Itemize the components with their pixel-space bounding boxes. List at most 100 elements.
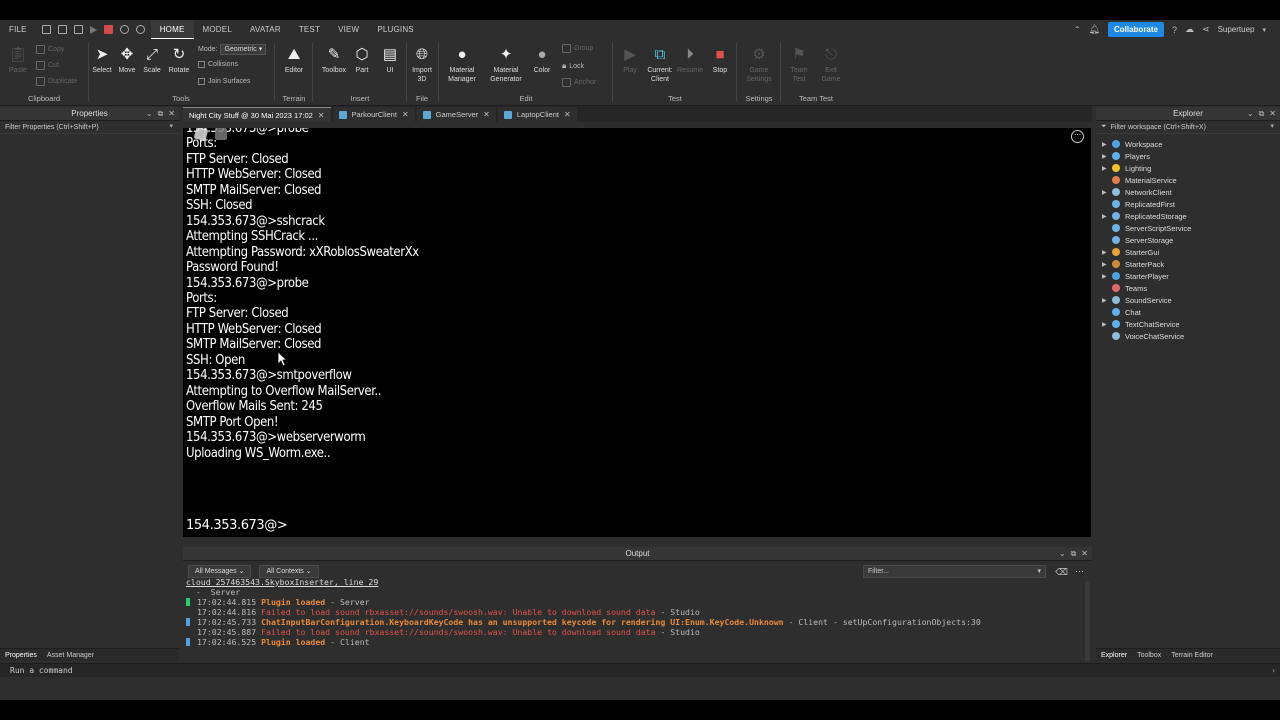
close-icon[interactable]: ✕ — [1269, 109, 1276, 119]
filter-dropdown-icon[interactable]: ▾ — [169, 122, 173, 130]
join-surfaces-toggle[interactable]: Join Surfaces — [198, 78, 250, 85]
tab-avatar[interactable]: AVATAR — [241, 20, 290, 39]
expand-arrow-icon[interactable]: ▶ — [1102, 189, 1112, 196]
close-icon[interactable]: ✕ — [402, 110, 409, 119]
roblox-menu-icon[interactable] — [193, 128, 209, 142]
undock-icon[interactable]: ⧉ — [1259, 109, 1265, 119]
play-quick-icon[interactable] — [89, 25, 97, 34]
import-3d-button[interactable]: 🌐︎ Import 3D — [408, 43, 436, 84]
scale-tool[interactable]: ⤢ Scale — [138, 43, 166, 75]
play-button[interactable]: ▶ Play — [616, 43, 644, 75]
lock-button[interactable]: 🔒︎ Lock — [562, 61, 584, 71]
explorer-item[interactable]: ▶ StarterPlayer — [1096, 270, 1280, 282]
explorer-item[interactable]: ▶ Players — [1096, 150, 1280, 162]
tab-parkour-client[interactable]: ParkourClient ✕ — [332, 107, 415, 122]
explorer-item[interactable]: ReplicatedFirst — [1096, 198, 1280, 210]
explorer-item[interactable]: ▶ TextChatService — [1096, 318, 1280, 330]
game-settings-button[interactable]: ⚙ Game Settings — [744, 43, 774, 84]
tab-view[interactable]: VIEW — [329, 20, 368, 39]
close-icon[interactable]: ✕ — [168, 109, 175, 119]
tab-explorer[interactable]: Explorer — [1101, 652, 1127, 659]
copy-button[interactable]: Copy — [36, 45, 64, 54]
expand-arrow-icon[interactable]: ▶ — [1102, 249, 1112, 256]
current-client-button[interactable]: ⧉ Current: Client — [644, 43, 676, 84]
explorer-item[interactable]: MaterialService — [1096, 174, 1280, 186]
chevron-down-icon[interactable]: ⌄ — [1247, 109, 1254, 119]
chevron-right-icon[interactable]: › — [1271, 664, 1276, 678]
expand-arrow-icon[interactable]: ▶ — [1102, 261, 1112, 268]
toolbox-button[interactable]: ✎ Toolbox — [318, 43, 350, 75]
tab-night-city-stuff[interactable]: Night City Stuff @ 30 Mai 2023 17:02 ✕ — [183, 107, 331, 122]
tab-plugins[interactable]: PLUGINS — [368, 20, 423, 39]
chevron-down-icon[interactable]: ⌄ — [146, 109, 153, 119]
explorer-item[interactable]: ▶ NetworkClient — [1096, 186, 1280, 198]
resume-button[interactable]: ⏵ Resume — [676, 43, 704, 75]
tab-home[interactable]: HOME — [150, 20, 194, 39]
explorer-item[interactable]: VoiceChatService — [1096, 330, 1280, 342]
color-button[interactable]: ● Color — [528, 43, 556, 75]
output-scrollbar[interactable] — [1085, 581, 1090, 661]
move-tool[interactable]: ✥ Move — [113, 43, 141, 75]
part-button[interactable]: ⬡ Part — [348, 43, 376, 75]
tab-toolbox[interactable]: Toolbox — [1137, 652, 1161, 659]
properties-filter[interactable]: Filter Properties (Ctrl+Shift+P) ▾ — [0, 121, 179, 134]
tab-test[interactable]: TEST — [290, 20, 329, 39]
expand-ribbon-icon[interactable]: ⌃ — [1074, 25, 1081, 34]
username[interactable]: Supertuep — [1218, 25, 1255, 34]
duplicate-button[interactable]: Duplicate — [36, 77, 77, 86]
join-surfaces-checkbox[interactable] — [198, 78, 205, 85]
share-icon[interactable]: ⋖ — [1202, 24, 1210, 35]
expand-arrow-icon[interactable]: ▶ — [1102, 165, 1112, 172]
expand-arrow-icon[interactable]: ▶ — [1102, 141, 1112, 148]
explorer-item[interactable]: ▶ SoundService — [1096, 294, 1280, 306]
explorer-filter[interactable]: ⏷ Filter workspace (Ctrl+Shift+X) ▾ — [1096, 121, 1280, 134]
notifications-icon[interactable]: 🔔︎ — [1089, 24, 1100, 35]
team-test-button[interactable]: ⚑ Team Test — [784, 43, 814, 84]
chevron-down-icon[interactable]: ⌄ — [1059, 549, 1066, 559]
explorer-item[interactable]: ▶ StarterGui — [1096, 246, 1280, 258]
chevron-down-icon[interactable]: ▾ — [1037, 566, 1041, 577]
undock-icon[interactable]: ⧉ — [1071, 549, 1077, 559]
explorer-item[interactable]: ServerScriptService — [1096, 222, 1280, 234]
material-manager-button[interactable]: ● Material Manager — [444, 43, 480, 84]
collisions-toggle[interactable]: Collisions — [198, 61, 238, 68]
help-icon[interactable]: ? — [1172, 25, 1177, 35]
file-menu[interactable]: FILE — [0, 20, 36, 39]
close-icon[interactable]: ✕ — [318, 111, 325, 120]
expand-arrow-icon[interactable]: ▶ — [1102, 213, 1112, 220]
expand-arrow-icon[interactable]: ▶ — [1102, 153, 1112, 160]
open-file-icon[interactable] — [57, 25, 67, 34]
explorer-item[interactable]: ▶ Workspace — [1096, 138, 1280, 150]
select-tool[interactable]: ➤ Select — [88, 43, 116, 75]
ui-button[interactable]: ▤ UI — [376, 43, 404, 75]
stop-quick-icon[interactable] — [103, 25, 113, 34]
mode-selector[interactable]: Mode: Geometric ▾ — [198, 44, 267, 55]
collisions-checkbox[interactable] — [198, 61, 205, 68]
explorer-item[interactable]: ServerStorage — [1096, 234, 1280, 246]
material-generator-button[interactable]: ✦ Material Generator — [488, 43, 524, 84]
tab-asset-manager[interactable]: Asset Manager — [47, 652, 94, 659]
cut-button[interactable]: Cut — [36, 61, 59, 70]
undock-icon[interactable]: ⧉ — [158, 109, 164, 119]
expand-arrow-icon[interactable]: ▶ — [1102, 321, 1112, 328]
tab-game-server[interactable]: GameServer ✕ — [416, 107, 496, 122]
log-source-link[interactable]: cloud_257463543.SkyboxInserter, line 29 — [186, 577, 378, 587]
explorer-item[interactable]: ▶ StarterPack — [1096, 258, 1280, 270]
redo-icon[interactable] — [135, 25, 145, 34]
expand-arrow-icon[interactable]: ▶ — [1102, 273, 1112, 280]
more-options-icon[interactable]: ⋯ — [1071, 130, 1084, 143]
chat-icon[interactable] — [215, 128, 227, 140]
command-bar[interactable]: Run a command › — [0, 663, 1280, 677]
expand-arrow-icon[interactable]: ▶ — [1102, 297, 1112, 304]
collaborate-button[interactable]: Collaborate — [1107, 22, 1164, 37]
new-file-icon[interactable] — [41, 25, 51, 34]
tab-laptop-client[interactable]: LaptopClient ✕ — [497, 107, 577, 122]
anchor-button[interactable]: Anchor — [562, 78, 596, 87]
undo-icon[interactable] — [119, 25, 129, 34]
close-icon[interactable]: ✕ — [564, 110, 571, 119]
group-button[interactable]: Group — [562, 44, 593, 53]
filter-dropdown-icon[interactable]: ▾ — [1270, 122, 1274, 130]
rotate-tool[interactable]: ↻ Rotate — [165, 43, 193, 75]
terrain-editor-button[interactable]: ⛰ Editor — [280, 43, 308, 75]
explorer-item[interactable]: Chat — [1096, 306, 1280, 318]
